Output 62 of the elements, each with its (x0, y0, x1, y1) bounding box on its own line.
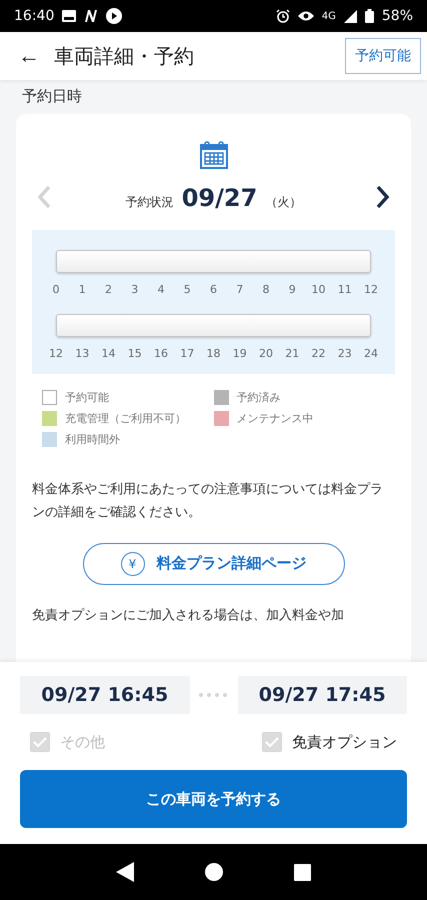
legend-label: 予約可能 (65, 390, 109, 405)
image-icon (62, 10, 76, 22)
play-icon (106, 8, 122, 24)
checkmark-icon (33, 736, 47, 748)
network-label: 4G (322, 10, 336, 22)
clock: 16:40 (14, 8, 54, 24)
end-time-field[interactable]: 09/27 17:45 (238, 676, 407, 714)
hour-label: 10 (310, 283, 326, 296)
notice-text: 料金体系やご利用にあたっての注意事項については料金プランの詳細をご確認ください。 (32, 481, 384, 522)
hour-label: 0 (52, 283, 60, 296)
page-title: 車両詳細・予約 (54, 42, 195, 70)
legend-label: 充電管理（ご利用不可） (65, 411, 186, 426)
back-button[interactable]: ← (18, 43, 40, 69)
reserve-button[interactable]: この車両を予約する (20, 770, 407, 828)
section-label: 予約日時 (21, 86, 83, 107)
hour-label: 4 (156, 283, 166, 296)
hour-label: 16 (153, 347, 169, 360)
hour-label: 5 (182, 283, 192, 296)
n-logo-icon (84, 9, 98, 23)
eye-icon (298, 10, 314, 22)
legend-label: メンテナンス中 (236, 411, 314, 426)
recents-nav-icon[interactable] (294, 864, 312, 880)
range-dots-icon (198, 692, 230, 698)
hour-label: 7 (235, 283, 244, 296)
insurance-notice-text: 免責オプションにご加入される場合は、加入料金や加 (32, 606, 345, 624)
hour-label: 24 (363, 347, 379, 360)
hour-label: 17 (179, 347, 196, 360)
hour-label: 23 (336, 347, 353, 360)
availability-button[interactable]: 予約可能 (345, 38, 421, 74)
hour-label: 8 (262, 283, 270, 296)
home-nav-icon[interactable] (204, 863, 223, 881)
hour-label: 14 (100, 347, 116, 360)
start-time-field[interactable]: 09/27 16:45 (20, 676, 190, 714)
hour-label: 11 (336, 283, 353, 296)
hour-label: 2 (104, 283, 113, 296)
hour-label: 20 (258, 347, 274, 360)
legend-label: 利用時間外 (65, 432, 120, 447)
checkmark-icon (265, 736, 279, 748)
hour-label: 1 (78, 283, 87, 296)
hour-label: 21 (284, 347, 300, 360)
hour-label: 15 (126, 347, 143, 360)
hour-label: 19 (232, 347, 248, 360)
back-nav-icon[interactable] (116, 862, 134, 882)
schedule-date: 09/27 (182, 184, 258, 212)
hour-label: 12 (48, 347, 64, 360)
hour-label: 13 (74, 347, 90, 360)
calendar-icon (198, 140, 228, 170)
hour-label: 3 (130, 283, 140, 296)
legend-label: 予約済み (236, 390, 280, 405)
alarm-icon (276, 9, 290, 23)
hour-label: 12 (363, 283, 379, 296)
hour-label: 18 (206, 347, 222, 360)
fee-plan-button[interactable]: ¥ 料金プラン詳細ページ (82, 542, 344, 584)
hour-label: 9 (288, 283, 297, 296)
signal-icon (344, 10, 357, 22)
hour-label: 22 (310, 347, 326, 360)
schedule-label: 予約状況 (126, 194, 174, 211)
hour-label: 6 (209, 283, 218, 296)
option-checkbox[interactable]: 免責オプション (262, 732, 397, 752)
schedule-weekday: （火） (265, 194, 302, 211)
battery-percent: 58% (382, 8, 413, 24)
battery-icon (364, 9, 374, 23)
